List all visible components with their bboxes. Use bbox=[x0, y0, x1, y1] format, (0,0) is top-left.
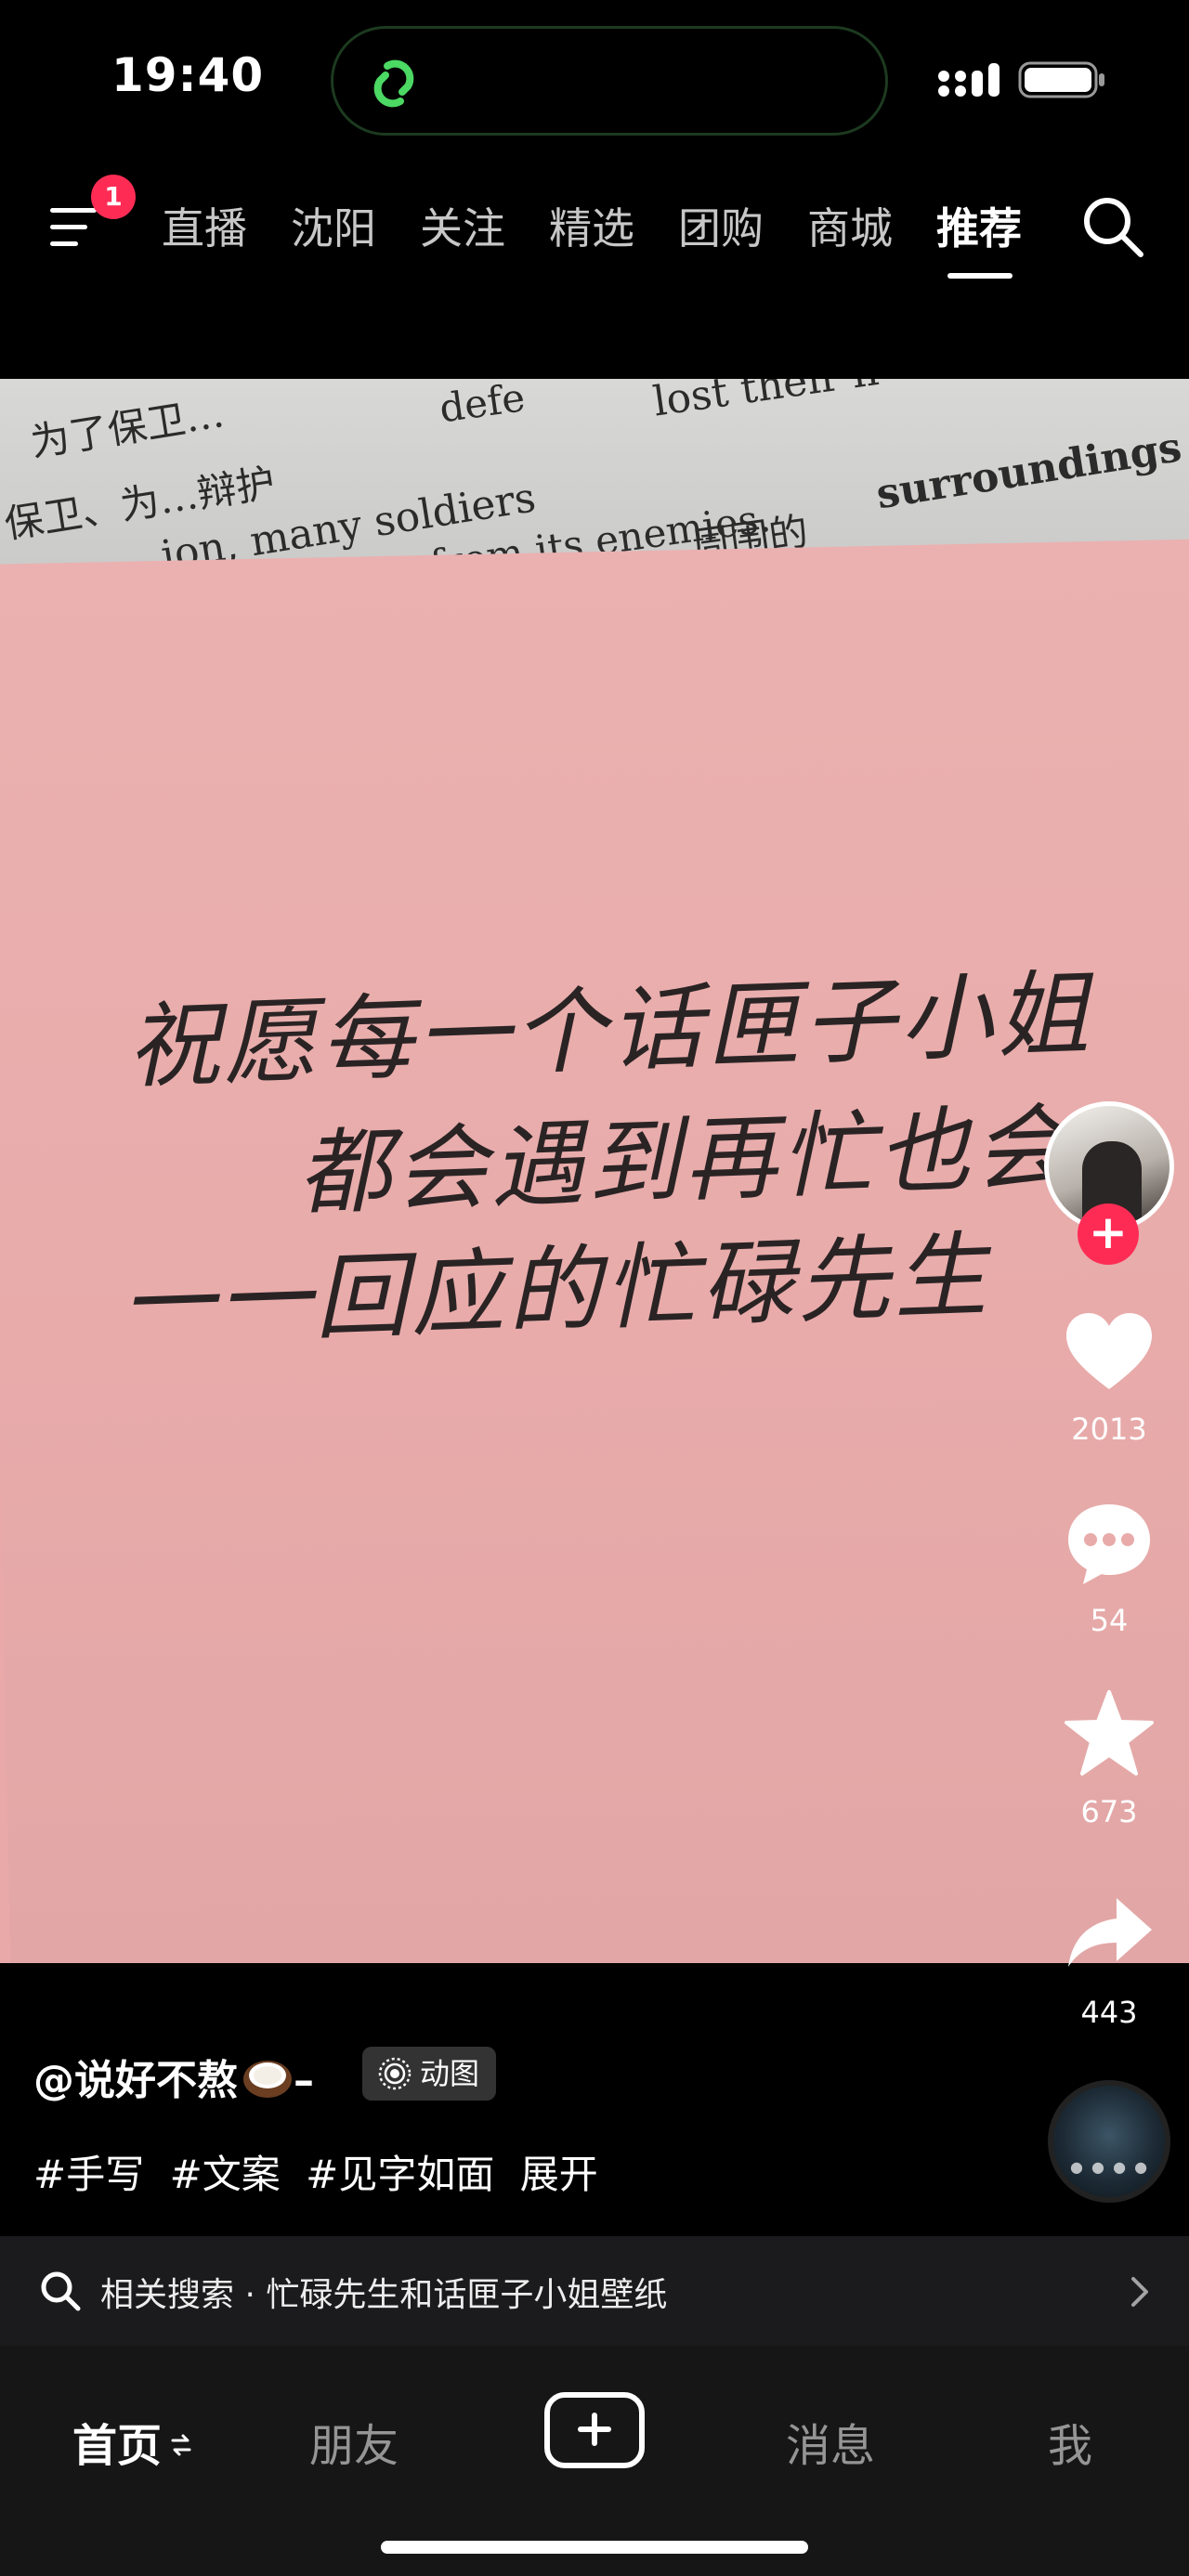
expand-caption-button[interactable]: 展开 bbox=[520, 2152, 598, 2197]
comment-count: 54 bbox=[1090, 1603, 1129, 1638]
cellular-signal-icon bbox=[938, 63, 1000, 97]
create-button[interactable] bbox=[544, 2392, 645, 2468]
hashtag-link[interactable]: #手写 bbox=[33, 2152, 144, 2197]
related-search-prefix: 相关搜索 · bbox=[100, 2276, 267, 2314]
chevron-right-icon bbox=[1131, 2277, 1148, 2307]
hashtag-link[interactable]: #文案 bbox=[170, 2152, 281, 2197]
plus-icon bbox=[578, 2413, 611, 2446]
animated-image-label: 动图 bbox=[420, 2056, 480, 2091]
book-text-line: surroundings bbox=[873, 423, 1185, 519]
switch-arrows-icon bbox=[171, 2434, 191, 2456]
top-nav: 1 直播 沈阳 关注 精选 团购 商城 推荐 bbox=[0, 167, 1189, 297]
tab-following[interactable]: 关注 bbox=[420, 195, 505, 256]
author-name[interactable]: @说好不熬 – bbox=[33, 2047, 314, 2106]
tab-home[interactable]: 首页 bbox=[72, 2409, 193, 2474]
coconut-emoji-icon bbox=[243, 2061, 292, 2098]
tab-me[interactable]: 我 bbox=[1048, 2409, 1092, 2474]
book-text-line: lost their li bbox=[650, 379, 882, 426]
battery-icon bbox=[1018, 61, 1104, 98]
video-content[interactable]: 为了保卫… defe lost their li 保卫、为…辩护 ion, ma… bbox=[0, 379, 1189, 1963]
bottom-tab-bar: 首页 朋友 消息 我 bbox=[0, 2346, 1189, 2576]
live-photo-icon bbox=[378, 2057, 412, 2090]
share-icon[interactable] bbox=[1063, 1885, 1156, 1978]
active-tab-indicator bbox=[947, 273, 1013, 279]
book-text-line: 为了保卫… bbox=[27, 390, 228, 466]
book-text-line: defe bbox=[437, 379, 529, 432]
tab-live[interactable]: 直播 bbox=[162, 195, 247, 256]
hashtags: #手写 #文案 #见字如面 展开 bbox=[33, 2143, 611, 2200]
music-disc[interactable]: ● ● ● ● bbox=[1048, 2080, 1170, 2203]
home-indicator bbox=[381, 2541, 808, 2554]
status-time: 19:40 bbox=[111, 48, 265, 102]
tab-shenyang[interactable]: 沈阳 bbox=[291, 195, 376, 256]
star-icon[interactable] bbox=[1063, 1688, 1156, 1781]
status-bar: 19:40 bbox=[0, 0, 1189, 158]
related-search-text: 相关搜索 · 忙碌先生和话匣子小姐壁纸 bbox=[100, 2268, 667, 2316]
follow-plus-icon[interactable]: + bbox=[1078, 1203, 1139, 1265]
heart-icon[interactable] bbox=[1063, 1308, 1156, 1400]
search-icon bbox=[41, 2271, 81, 2311]
link-rings-icon bbox=[373, 59, 414, 108]
tab-mall[interactable]: 商城 bbox=[807, 195, 893, 256]
tab-messages[interactable]: 消息 bbox=[786, 2409, 875, 2474]
related-search-bar[interactable]: 相关搜索 · 忙碌先生和话匣子小姐壁纸 bbox=[0, 2236, 1189, 2346]
comment-icon[interactable] bbox=[1063, 1497, 1156, 1590]
hashtag-link[interactable]: #见字如面 bbox=[306, 2152, 494, 2197]
dynamic-island bbox=[331, 26, 888, 136]
music-disc-art: ● ● ● ● bbox=[1070, 2158, 1150, 2176]
tab-friends[interactable]: 朋友 bbox=[309, 2409, 399, 2474]
favorite-count: 673 bbox=[1080, 1794, 1138, 1829]
tab-home-label: 首页 bbox=[72, 2420, 163, 2472]
notification-badge: 1 bbox=[91, 175, 136, 219]
tab-featured[interactable]: 精选 bbox=[549, 195, 634, 256]
like-count: 2013 bbox=[1071, 1412, 1147, 1447]
share-count: 443 bbox=[1080, 1995, 1138, 2030]
tab-group-buy[interactable]: 团购 bbox=[678, 195, 764, 256]
related-search-query: 忙碌先生和话匣子小姐壁纸 bbox=[266, 2276, 668, 2314]
author-handle[interactable]: @说好不熬 bbox=[33, 2057, 238, 2104]
tab-recommend[interactable]: 推荐 bbox=[936, 195, 1022, 256]
search-icon[interactable] bbox=[1078, 191, 1148, 262]
author-suffix: – bbox=[294, 2057, 314, 2104]
animated-image-tag: 动图 bbox=[362, 2047, 497, 2101]
